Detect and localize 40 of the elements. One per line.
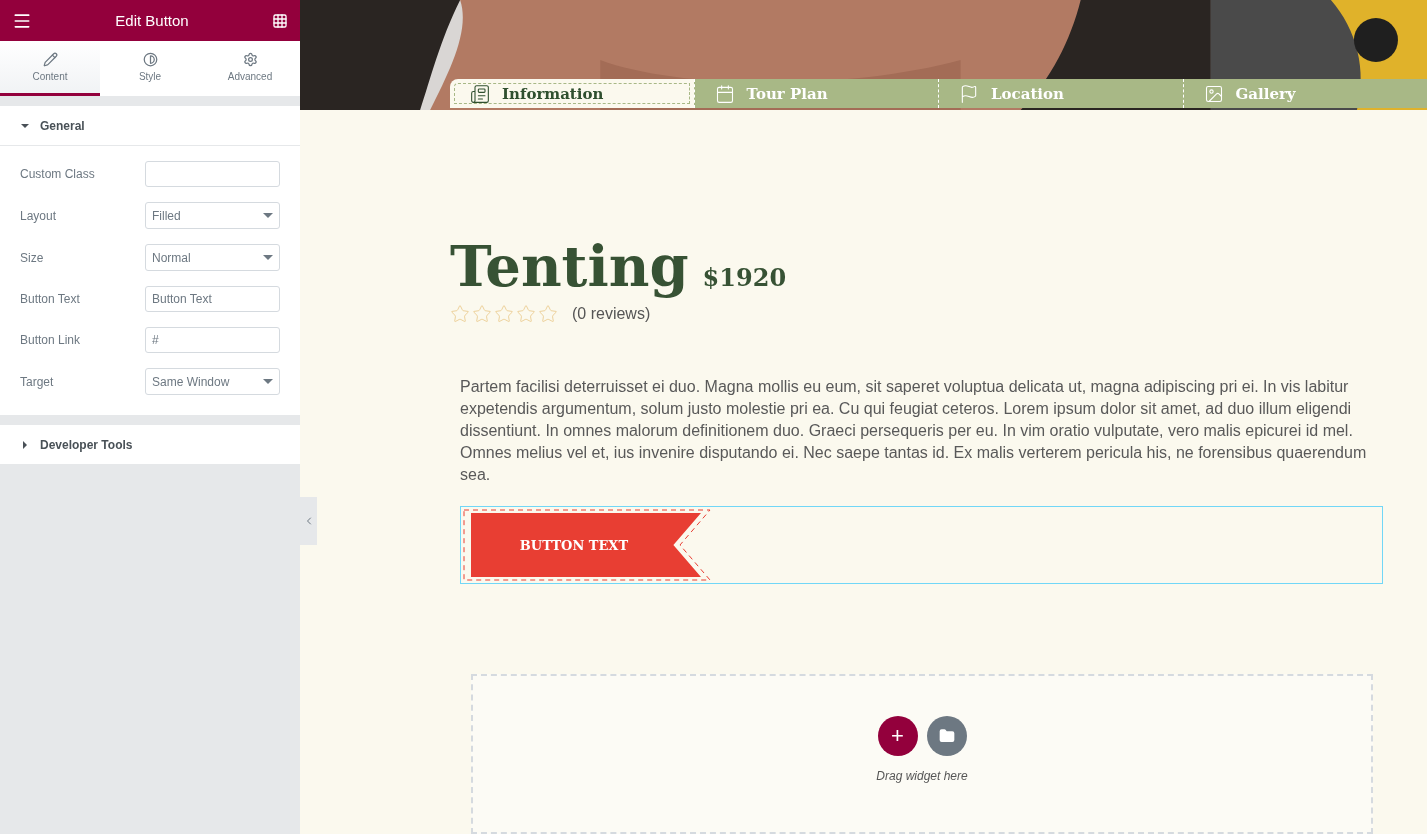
flag-icon xyxy=(959,83,979,104)
star-icon xyxy=(472,304,492,324)
add-button[interactable]: + xyxy=(877,716,918,756)
star-icon xyxy=(494,304,514,324)
gear-icon xyxy=(242,52,258,67)
field-label: Target xyxy=(20,374,54,389)
select-field[interactable]: Same Window xyxy=(145,368,280,395)
text-field[interactable]: # xyxy=(145,327,280,353)
field-label: Custom Class xyxy=(20,167,95,181)
field-label: Size xyxy=(20,250,44,265)
newspaper-icon xyxy=(470,83,490,104)
star-icon xyxy=(516,304,536,324)
field-label: Button Link xyxy=(20,333,81,347)
text-field[interactable] xyxy=(145,161,280,187)
select-field[interactable]: Normal xyxy=(145,244,280,271)
select-field[interactable]: Filled xyxy=(145,202,280,229)
calendar-icon xyxy=(714,83,735,104)
caret-icon xyxy=(263,213,273,218)
ribbon-button[interactable]: BUTTON TEXT xyxy=(471,513,701,577)
star-icon xyxy=(450,304,470,324)
description-text: Partem facilisi deterruisset ei duo. Magna mollis eu eum, sit saperet voluptua delicata ut, magna adipiscing pri ei. In vis labitur expetendis argumentum, solum justo molestie pri ea. Cu qui feugiat ceteros. Lorem ipsum dolor sit amet, ad duo illum eligendi dissentiunt. In omnes malorum definitionem duo. Graeci persequeris per eu. In vim oratio vulputate, vero malis epicurei id mel. Omnes melius vel et, ius invenire disputando ei. Nec saepe tantas id. Ex malis verterem pericula his, ne forensibus quaerendum sea. xyxy=(460,377,1368,485)
image-icon xyxy=(1203,83,1224,104)
drop-hint: Drag widget here xyxy=(876,769,968,783)
field-label: Button Text xyxy=(20,292,80,306)
pencil-icon xyxy=(42,52,58,67)
tour-price: $1920 xyxy=(702,263,787,292)
review-count: (0 reviews) xyxy=(572,305,651,323)
template-button[interactable] xyxy=(926,716,967,756)
tour-tab[interactable]: Information xyxy=(450,79,694,108)
text-field[interactable]: Button Text xyxy=(145,286,280,312)
collapse-handle[interactable] xyxy=(300,497,317,545)
caret-icon xyxy=(263,255,273,260)
star-icon xyxy=(538,304,558,324)
half-circle-icon xyxy=(142,52,158,67)
caret-icon xyxy=(20,439,30,450)
folder-icon xyxy=(938,728,955,744)
grid-icon[interactable] xyxy=(272,12,288,29)
panel-title: Edit Button xyxy=(115,12,189,29)
caret-icon xyxy=(263,379,273,384)
field-label: Layout xyxy=(20,208,57,223)
